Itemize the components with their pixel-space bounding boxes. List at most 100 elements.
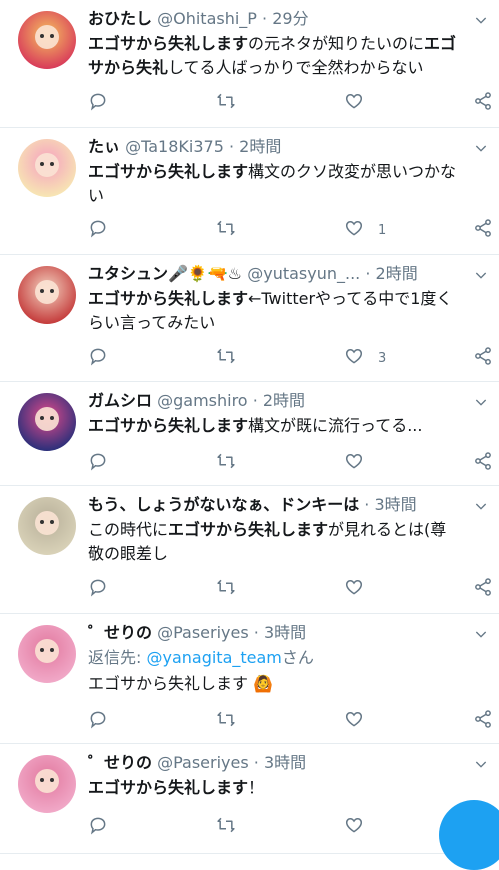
- avatar[interactable]: [18, 625, 76, 683]
- like-button[interactable]: [344, 578, 378, 600]
- tweet-body: ユタシュン🎤🌻🔫♨ @yutasyun_... · 2時間 エゴサから失礼します…: [88, 263, 459, 335]
- retweet-icon: [216, 577, 236, 601]
- retweet-button[interactable]: [216, 710, 236, 732]
- caret-down-icon[interactable]: [473, 140, 489, 156]
- share-button[interactable]: [473, 92, 493, 114]
- user-handle[interactable]: @Ohitashi_P: [157, 9, 257, 28]
- reply-icon: [88, 815, 108, 839]
- tweet-body: ガムシロ @gamshiro · 2時間 エゴサから失礼します構文が既に流行って…: [88, 390, 459, 438]
- tweet-body: たぃ @Ta18Ki375 · 2時間 エゴサから失礼します構文のクソ改変が思い…: [88, 136, 459, 208]
- tweet[interactable]: ユタシュン🎤🌻🔫♨ @yutasyun_... · 2時間 エゴサから失礼します…: [0, 255, 499, 382]
- timestamp[interactable]: 2時間: [239, 137, 281, 156]
- display-name[interactable]: ユタシュン🎤🌻🔫♨: [88, 264, 242, 283]
- user-handle[interactable]: @Paseriyes: [157, 623, 249, 642]
- share-button[interactable]: [473, 710, 493, 732]
- caret-down-icon[interactable]: [473, 626, 489, 642]
- reply-button[interactable]: [88, 578, 108, 600]
- tweet-text-part: この時代に: [88, 520, 169, 539]
- avatar[interactable]: [18, 497, 76, 555]
- retweet-button[interactable]: [216, 92, 236, 114]
- share-button[interactable]: [473, 452, 493, 474]
- tweet-header: おひたし @Ohitashi_P · 29分: [88, 8, 459, 30]
- like-button[interactable]: [344, 816, 378, 838]
- highlight-text: エゴサから失礼します: [88, 162, 249, 181]
- timestamp[interactable]: 3時間: [264, 753, 306, 772]
- reply-button[interactable]: [88, 219, 108, 241]
- retweet-button[interactable]: [216, 347, 236, 369]
- timestamp[interactable]: 3時間: [264, 623, 306, 642]
- like-button[interactable]: 1: [344, 219, 386, 241]
- separator: ·: [253, 623, 259, 642]
- reply-prefix: 返信先:: [88, 648, 147, 667]
- retweet-icon: [216, 709, 236, 733]
- tweet[interactable]: ガムシロ @gamshiro · 2時間 エゴサから失礼します構文が既に流行って…: [0, 382, 499, 486]
- like-button[interactable]: [344, 710, 378, 732]
- like-button[interactable]: 3: [344, 347, 386, 369]
- like-button[interactable]: [344, 452, 378, 474]
- caret-down-icon[interactable]: [473, 12, 489, 28]
- share-button[interactable]: [473, 219, 493, 241]
- tweet-text: エゴサから失礼します←Twitterやってる中で1度くらい言ってみたい: [88, 287, 459, 335]
- avatar[interactable]: [18, 266, 76, 324]
- timestamp[interactable]: 29分: [272, 9, 308, 28]
- user-handle[interactable]: @yutasyun_...: [247, 264, 360, 283]
- tweet[interactable]: おひたし @Ohitashi_P · 29分 エゴサから失礼しますの元ネタが知り…: [0, 0, 499, 128]
- avatar[interactable]: [18, 393, 76, 451]
- tweet[interactable]: もう、しょうがないなぁ、ドンキーは · 3時間 この時代にエゴサから失礼しますが…: [0, 486, 499, 614]
- retweet-button[interactable]: [216, 219, 236, 241]
- caret-down-icon[interactable]: [473, 394, 489, 410]
- separator: ·: [228, 137, 235, 156]
- separator: ·: [364, 495, 370, 514]
- tweet-actions: [88, 710, 493, 732]
- reply-button[interactable]: [88, 452, 108, 474]
- retweet-button[interactable]: [216, 816, 236, 838]
- caret-down-icon[interactable]: [473, 267, 489, 283]
- tweet-text-part: エゴサから失礼します 🙆: [88, 674, 274, 693]
- reply-icon: [88, 577, 108, 601]
- user-handle[interactable]: @Paseriyes: [157, 753, 249, 772]
- display-name[interactable]: もう、しょうがないなぁ、ドンキーは: [88, 495, 359, 514]
- display-name[interactable]: ゜せりの: [88, 753, 152, 772]
- avatar[interactable]: [18, 755, 76, 813]
- avatar[interactable]: [18, 11, 76, 69]
- reply-user-link[interactable]: @yanagita_team: [146, 648, 281, 667]
- compose-tweet-button[interactable]: [439, 800, 499, 870]
- reply-button[interactable]: [88, 92, 108, 114]
- tweet-actions: [88, 92, 493, 114]
- tweet-header: もう、しょうがないなぁ、ドンキーは · 3時間: [88, 494, 459, 516]
- reply-button[interactable]: [88, 710, 108, 732]
- tweet-text-part: の元ネタが知りたいのに: [248, 34, 425, 53]
- like-count: 1: [378, 222, 387, 238]
- timestamp[interactable]: 2時間: [263, 391, 305, 410]
- tweet[interactable]: ゜せりの @Paseriyes · 3時間 返信先: @yanagita_tea…: [0, 614, 499, 744]
- like-button[interactable]: [344, 92, 378, 114]
- like-icon: [344, 709, 364, 733]
- tweet-actions: 1: [88, 219, 493, 241]
- user-handle[interactable]: @gamshiro: [157, 391, 247, 410]
- user-handle[interactable]: @Ta18Ki375: [125, 137, 224, 156]
- tweet-body: おひたし @Ohitashi_P · 29分 エゴサから失礼しますの元ネタが知り…: [88, 8, 459, 80]
- reply-icon: [88, 709, 108, 733]
- timestamp[interactable]: 2時間: [376, 264, 418, 283]
- tweet-actions: [88, 578, 493, 600]
- retweet-button[interactable]: [216, 452, 236, 474]
- retweet-icon: [216, 346, 236, 370]
- tweet[interactable]: たぃ @Ta18Ki375 · 2時間 エゴサから失礼します構文のクソ改変が思い…: [0, 128, 499, 255]
- tweet[interactable]: ゜せりの @Paseriyes · 3時間 エゴサから失礼します！: [0, 744, 499, 854]
- caret-down-icon[interactable]: [473, 498, 489, 514]
- display-name[interactable]: おひたし: [88, 9, 152, 28]
- display-name[interactable]: ガムシロ: [88, 391, 152, 410]
- display-name[interactable]: たぃ: [88, 137, 120, 156]
- share-icon: [473, 91, 493, 115]
- reply-button[interactable]: [88, 816, 108, 838]
- tweet-header: ゜せりの @Paseriyes · 3時間: [88, 622, 459, 644]
- share-button[interactable]: [473, 578, 493, 600]
- display-name[interactable]: ゜せりの: [88, 623, 152, 642]
- caret-down-icon[interactable]: [473, 756, 489, 772]
- avatar[interactable]: [18, 139, 76, 197]
- timestamp[interactable]: 3時間: [374, 495, 416, 514]
- share-button[interactable]: [473, 347, 493, 369]
- tweet-text: エゴサから失礼します！: [88, 776, 459, 800]
- retweet-button[interactable]: [216, 578, 236, 600]
- reply-button[interactable]: [88, 347, 108, 369]
